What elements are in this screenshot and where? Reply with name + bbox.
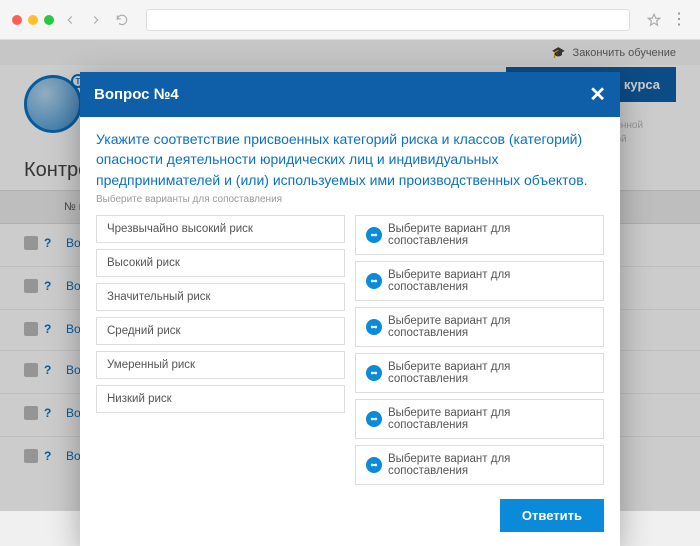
match-right-item[interactable]: Выберите вариант для сопоставления: [355, 353, 604, 393]
modal-title: Вопрос №4: [94, 86, 179, 103]
modal-body: Укажите соответствие присвоенных категор…: [80, 117, 620, 546]
match-left-item[interactable]: Чрезвычайно высокий риск: [96, 215, 345, 243]
browser-chrome: ⋮: [0, 0, 700, 40]
traffic-lights: [12, 15, 54, 25]
match-right-item[interactable]: Выберите вариант для сопоставления: [355, 445, 604, 485]
match-left-item[interactable]: Средний риск: [96, 317, 345, 345]
swap-icon: [366, 365, 382, 381]
match-right-column: Выберите вариант для сопоставления Выбери…: [355, 215, 604, 485]
match-placeholder: Выберите вариант для сопоставления: [388, 315, 593, 339]
modal-footer: Ответить: [96, 499, 604, 532]
match-left-item[interactable]: Низкий риск: [96, 385, 345, 413]
match-placeholder: Выберите вариант для сопоставления: [388, 453, 593, 477]
instruction-text: Выберите варианты для сопоставления: [96, 194, 604, 205]
modal-overlay: Вопрос №4 ✕ Укажите соответствие присвое…: [0, 40, 700, 511]
close-icon[interactable]: ✕: [589, 82, 606, 107]
match-right-item[interactable]: Выберите вариант для сопоставления: [355, 399, 604, 439]
modal-header: Вопрос №4 ✕: [80, 72, 620, 117]
match-grid: Чрезвычайно высокий риск Высокий риск Знач…: [96, 215, 604, 485]
question-text: Укажите соответствие присвоенных категор…: [96, 129, 604, 190]
match-placeholder: Выберите вариант для сопоставления: [388, 361, 593, 385]
reload-button[interactable]: [112, 10, 132, 30]
match-right-item[interactable]: Выберите вариант для сопоставления: [355, 307, 604, 347]
swap-icon: [366, 227, 382, 243]
url-bar[interactable]: [146, 9, 630, 31]
close-window-icon[interactable]: [12, 15, 22, 25]
swap-icon: [366, 273, 382, 289]
answer-button[interactable]: Ответить: [500, 499, 604, 532]
swap-icon: [366, 457, 382, 473]
match-placeholder: Выберите вариант для сопоставления: [388, 407, 593, 431]
bookmark-button[interactable]: [644, 10, 664, 30]
match-placeholder: Выберите вариант для сопоставления: [388, 269, 593, 293]
match-right-item[interactable]: Выберите вариант для сопоставления: [355, 215, 604, 255]
match-left-column: Чрезвычайно высокий риск Высокий риск Знач…: [96, 215, 345, 485]
browser-menu-button[interactable]: ⋮: [670, 18, 688, 22]
match-right-item[interactable]: Выберите вариант для сопоставления: [355, 261, 604, 301]
swap-icon: [366, 411, 382, 427]
back-button[interactable]: [60, 10, 80, 30]
maximize-window-icon[interactable]: [44, 15, 54, 25]
match-left-item[interactable]: Высокий риск: [96, 249, 345, 277]
forward-button[interactable]: [86, 10, 106, 30]
match-left-item[interactable]: Значительный риск: [96, 283, 345, 311]
minimize-window-icon[interactable]: [28, 15, 38, 25]
match-left-item[interactable]: Умеренный риск: [96, 351, 345, 379]
match-placeholder: Выберите вариант для сопоставления: [388, 223, 593, 247]
swap-icon: [366, 319, 382, 335]
question-modal: Вопрос №4 ✕ Укажите соответствие присвое…: [80, 72, 620, 546]
